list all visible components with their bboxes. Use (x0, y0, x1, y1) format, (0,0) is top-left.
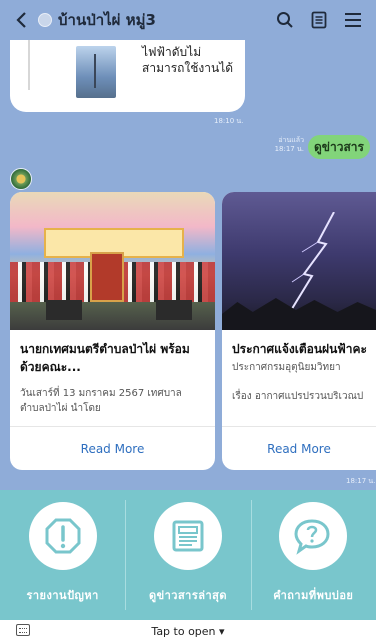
lightning-graphic (289, 212, 335, 312)
search-icon (277, 12, 293, 28)
sent-message-bubble[interactable]: ดูข่าวสาร (308, 135, 370, 159)
search-button[interactable] (272, 7, 298, 33)
speaker-right (156, 300, 192, 320)
rich-menu-circle (28, 502, 97, 570)
news-card-title: นายกเทศมนตรีตำบลป่าไผ่ พร้อมด้วยคณะ... (20, 342, 190, 374)
menu-icon (345, 13, 361, 27)
question-icon (294, 519, 330, 555)
sent-time: 18:17 น. (274, 145, 304, 153)
rich-menu-label: คำถามที่พบบ่อย (273, 589, 354, 602)
rich-menu-faq[interactable]: คำถามที่พบบ่อย (250, 490, 376, 620)
news-card-image[interactable] (222, 192, 376, 330)
news-card-desc: วันเสาร์ที่ 13 มกราคม 2567 เทศบาลตำบลป่า… (20, 388, 182, 414)
bottom-bar: Tap to open ▾ (0, 620, 376, 642)
read-more-button[interactable]: Read More (10, 426, 215, 470)
notes-icon (311, 11, 327, 29)
rich-menu: รายงานปัญหา ดูข่าวสารล่าสุด คำถามที่พบบ่… (0, 490, 376, 620)
message-thumbnail[interactable] (76, 46, 116, 98)
rich-menu-report-problem[interactable]: รายงานปัญหา (0, 490, 125, 620)
prev-message-text: ไฟฟ้าดับไม่สามารถใช้งานได้ (142, 45, 234, 75)
news-card-image[interactable] (10, 192, 215, 330)
prev-message-bubble[interactable]: ไฟฟ้าดับไม่สามารถใช้งานได้ (10, 40, 245, 112)
read-receipt: อ่านแล้ว 18:17 น. (270, 136, 304, 154)
keyboard-icon[interactable] (16, 624, 30, 636)
news-card[interactable]: ประกาศแจ้งเตือนฝนฟ้าคะ ประกาศกรมอุตุนิยม… (222, 192, 376, 470)
rich-menu-label: ดูข่าวสารล่าสุด (148, 589, 228, 602)
chat-area[interactable]: ไฟฟ้าดับไม่สามารถใช้งานได้ 18:10 น. อ่าน… (0, 40, 376, 490)
rich-menu-label: รายงานปัญหา (26, 589, 99, 602)
rich-menu-latest-news[interactable]: ดูข่าวสารล่าสุด (125, 490, 250, 620)
chat-avatar (38, 13, 52, 27)
chat-title: บ้านป่าไผ่ หมู่3 (58, 11, 156, 29)
speaker-left (46, 300, 82, 320)
cards-time: 18:17 น. (346, 477, 376, 485)
message-time: 18:10 น. (214, 117, 244, 125)
read-label: อ่านแล้ว (278, 136, 304, 144)
newspaper-icon (172, 520, 204, 552)
news-card-desc: เรื่อง อากาศแปรปรวนบริเวณป (232, 391, 364, 402)
back-icon (16, 12, 26, 28)
tap-to-open-toggle[interactable]: Tap to open ▾ (0, 625, 376, 638)
rich-menu-circle (153, 502, 222, 570)
alert-icon (45, 518, 81, 554)
read-more-button[interactable]: Read More (222, 426, 376, 470)
menu-button[interactable] (340, 7, 366, 33)
news-card[interactable]: นายกเทศมนตรีตำบลป่าไผ่ พร้อมด้วยคณะ... ว… (10, 192, 215, 470)
bot-avatar[interactable] (10, 168, 32, 190)
back-button[interactable] (10, 9, 32, 31)
chat-header: บ้านป่าไผ่ หมู่3 (0, 0, 376, 40)
news-card-desc: ประกาศกรมอุตุนิยมวิทยา (232, 362, 341, 373)
news-card-title: ประกาศแจ้งเตือนฝนฟ้าคะ (232, 342, 367, 356)
event-podium (90, 252, 124, 302)
reply-divider (28, 40, 30, 90)
rich-menu-circle (279, 502, 348, 570)
notes-button[interactable] (306, 7, 332, 33)
